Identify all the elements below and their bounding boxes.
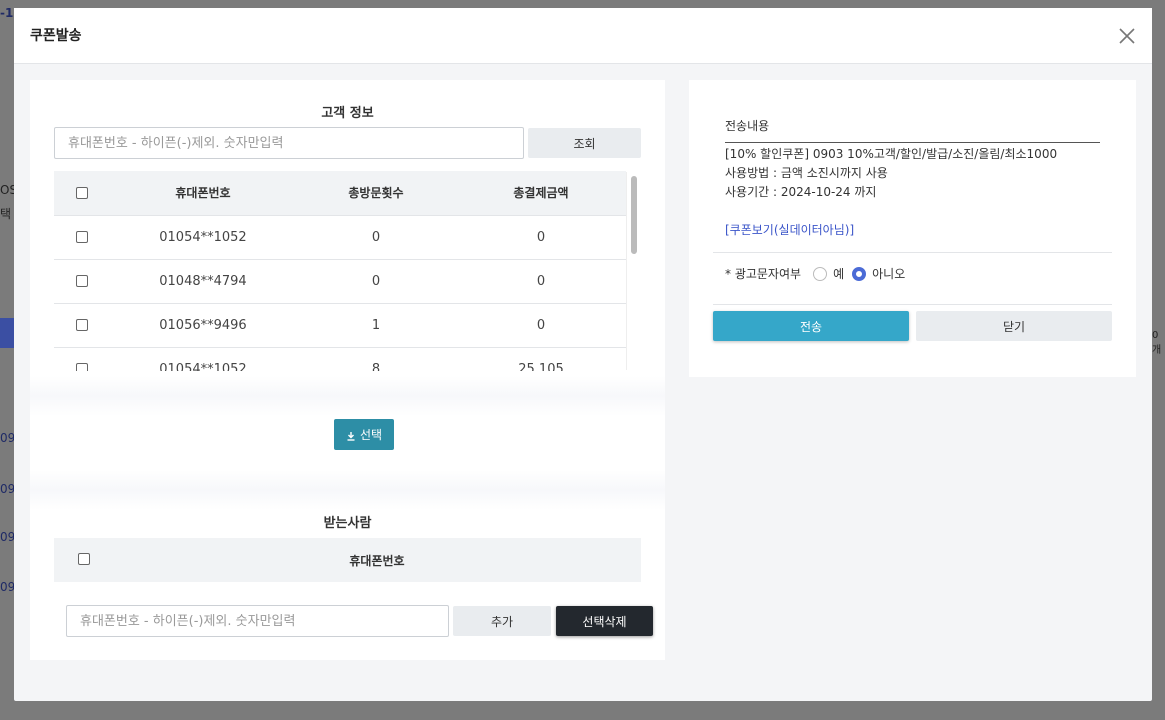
customer-section-title: 고객 정보 <box>321 106 374 121</box>
cell-visits: 0 <box>296 258 456 303</box>
cell-phone: 01048**4794 <box>110 258 296 303</box>
table-header-row: 휴대폰번호 총방문횟수 총결제금액 <box>54 171 626 215</box>
cell-amount: 25,105 <box>456 346 626 371</box>
table-row[interactable]: 01054**1052 8 25,105 <box>54 346 626 371</box>
column-header-amount: 총결제금액 <box>513 186 569 201</box>
modal-title: 쿠폰발송 <box>30 28 82 44</box>
customer-table: 휴대폰번호 총방문횟수 총결제금액 01054**1052 0 0 01048* <box>54 171 641 371</box>
bg-fragment: 0개 <box>1152 330 1162 356</box>
recipient-phone-input[interactable] <box>66 605 449 637</box>
bg-fragment: -1 <box>0 6 14 20</box>
usage-method-text: 사용방법 : 금액 소진시까지 사용 <box>725 166 888 180</box>
modal-header: 쿠폰발송 <box>14 8 1152 64</box>
send-content-panel: 전송내용 [10% 할인쿠폰] 0903 10%고객/할인/발급/소진/올림/최… <box>689 80 1136 377</box>
cell-phone: 01054**1052 <box>110 346 296 371</box>
column-header-visits: 총방문횟수 <box>348 186 404 201</box>
coupon-name-text: [10% 할인쿠폰] 0903 10%고객/할인/발급/소진/올림/최소1000 <box>725 147 1058 161</box>
close-icon[interactable] <box>1116 25 1138 47</box>
bg-button <box>0 318 14 348</box>
recipient-section-title: 받는사람 <box>323 516 372 531</box>
cell-amount: 0 <box>456 302 626 347</box>
close-button[interactable]: 닫기 <box>916 311 1112 341</box>
title-underline <box>725 142 1100 143</box>
usage-period-text: 사용기간 : 2024-10-24 까지 <box>725 185 877 199</box>
send-content-title: 전송내용 <box>725 119 770 133</box>
row-checkbox[interactable] <box>76 319 88 331</box>
ad-no-label: 아니오 <box>872 267 906 281</box>
recipient-column-phone: 휴대폰번호 <box>349 554 405 568</box>
select-all-checkbox[interactable] <box>76 187 88 200</box>
coupon-preview-link[interactable]: [쿠폰보기(실데이터아님)] <box>725 221 854 238</box>
delete-selected-button[interactable]: 선택삭제 <box>556 606 653 636</box>
ad-message-label: * 광고문자여부 <box>725 267 802 281</box>
row-checkbox[interactable] <box>76 363 88 371</box>
section-separator <box>30 470 665 510</box>
bg-fragment: 택 <box>0 207 12 221</box>
bg-fragment: 09 <box>0 580 16 594</box>
cell-visits: 8 <box>296 346 456 371</box>
bg-fragment: 09 <box>0 482 16 496</box>
select-button-label: 선택 <box>359 428 383 442</box>
cell-visits: 0 <box>296 214 456 259</box>
table-row[interactable]: 01056**9496 1 0 <box>54 302 626 347</box>
search-button[interactable]: 조회 <box>528 128 641 158</box>
divider <box>713 252 1112 253</box>
customer-search-input[interactable] <box>54 127 524 159</box>
column-header-phone: 휴대폰번호 <box>175 186 231 201</box>
ad-yes-label: 예 <box>833 267 845 281</box>
row-checkbox[interactable] <box>76 275 88 287</box>
customer-panel: 고객 정보 조회 휴대폰번호 총방문횟수 총결제금액 01054**1052 <box>30 80 665 660</box>
scrollbar-thumb[interactable] <box>631 176 637 254</box>
ad-message-radio-group: * 광고문자여부 예 아니오 <box>725 265 913 282</box>
row-checkbox[interactable] <box>76 231 88 243</box>
add-button[interactable]: 추가 <box>453 606 551 636</box>
bg-fragment: 09 <box>0 530 16 544</box>
table-row[interactable]: 01054**1052 0 0 <box>54 214 626 259</box>
coupon-send-modal: 쿠폰발송 고객 정보 조회 휴대폰번호 총방문횟수 총결제금액 <box>14 8 1152 701</box>
divider <box>713 304 1112 305</box>
select-button[interactable]: 선택 <box>334 419 394 450</box>
cell-visits: 1 <box>296 302 456 347</box>
section-separator <box>30 376 665 416</box>
bg-fragment: 09 <box>0 431 16 445</box>
table-row[interactable]: 01048**4794 0 0 <box>54 258 626 303</box>
cell-phone: 01054**1052 <box>110 214 296 259</box>
cell-amount: 0 <box>456 214 626 259</box>
table-scrollbar[interactable] <box>626 172 640 370</box>
download-icon <box>346 430 356 441</box>
ad-yes-radio[interactable] <box>813 266 828 281</box>
cell-amount: 0 <box>456 258 626 303</box>
ad-no-radio[interactable] <box>852 266 867 281</box>
send-button[interactable]: 전송 <box>713 311 909 341</box>
cell-phone: 01056**9496 <box>110 302 296 347</box>
recipient-table-header: 휴대폰번호 <box>54 538 641 582</box>
